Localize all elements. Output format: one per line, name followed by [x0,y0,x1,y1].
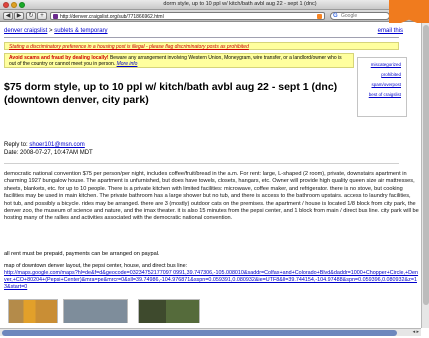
close-window-icon[interactable] [3,2,9,8]
more-info-link[interactable]: More info [117,61,138,67]
map-intro-text: map of downtown denver layout, the pepsi… [4,263,188,269]
search-box[interactable]: G [330,12,390,20]
rss-feed-icon[interactable] [317,14,322,19]
posting-photo-3[interactable] [138,299,200,323]
breadcrumb-section-link[interactable]: sublets & temporary [54,28,107,34]
url-text[interactable]: http://denver.craigslist.org/sub/7718669… [60,14,164,20]
flag-box: miscategorized prohibited spam/overpost … [357,57,407,117]
discrimination-warning-text[interactable]: Stating a discriminatory preference in a… [9,44,249,50]
web-page: denver craigslist > sublets & temporary … [0,23,421,323]
posting-body: democratic national convention $75 per p… [4,171,419,222]
posting-photo-1[interactable] [8,299,58,323]
scroll-arrows-icon[interactable]: ◂ ▸ [413,329,419,335]
breadcrumb-site-link[interactable]: denver craigslist [4,28,47,34]
back-button[interactable]: ◀ [3,12,13,20]
reply-line: Reply to: shoer101@msn.com [4,141,93,149]
site-favicon-icon [53,14,58,19]
body-divider [4,163,399,164]
reply-block: Reply to: shoer101@msn.com Date: 2008-07… [4,141,93,157]
flag-prohibited-link[interactable]: prohibited [360,70,404,80]
window-titlebar: dorm style, up to 10 ppl w/ kitch/bath a… [0,0,429,10]
minimize-window-icon[interactable] [11,2,17,8]
vertical-scrollbar[interactable] [421,23,429,328]
header-divider [4,37,399,38]
flag-best-of-link[interactable]: best of craigslist [360,90,404,100]
payment-text: all rent must be prepaid, payments can b… [4,251,160,257]
browser-toolbar: ◀ ▶ ↻ + http://denver.craigslist.org/sub… [0,10,429,22]
horizontal-scrollbar[interactable]: ◂ ▸ [0,328,421,336]
posting-date: Date: 2008-07-27, 10:47AM MDT [4,150,93,156]
add-bookmark-button[interactable]: + [37,12,47,20]
search-input[interactable] [341,13,387,19]
vertical-scroll-thumb[interactable] [423,25,429,305]
reply-label: Reply to: [4,142,30,148]
window-title: dorm style, up to 10 ppl w/ kitch/bath a… [163,1,317,7]
flag-spam-link[interactable]: spam/overpost [360,80,404,90]
posting-photo-2[interactable] [63,299,128,323]
discrimination-warning: Stating a discriminatory preference in a… [4,42,399,50]
email-this-link[interactable]: email this [378,28,403,34]
map-section: map of downtown denver layout, the pepsi… [4,263,419,291]
forward-button[interactable]: ▶ [14,12,24,20]
posting-title: $75 dorm style, up to 10 ppl w/ kitch/ba… [4,81,338,106]
horizontal-scroll-thumb[interactable] [2,330,397,336]
google-search-icon[interactable]: G [333,13,338,19]
flag-miscategorized-link[interactable]: miscategorized [360,60,404,70]
reply-email-link[interactable]: shoer101@msn.com [29,142,84,148]
reload-button[interactable]: ↻ [26,12,36,20]
scam-warning: Avoid scams and fraud by dealing locally… [4,53,354,68]
address-bar[interactable]: http://denver.craigslist.org/sub/7718669… [50,12,325,20]
map-link[interactable]: http://maps.google.com/maps?hl=de&f=d&ge… [4,270,418,290]
breadcrumb: denver craigslist > sublets & temporary [4,28,108,34]
maximize-window-icon[interactable] [19,2,25,8]
